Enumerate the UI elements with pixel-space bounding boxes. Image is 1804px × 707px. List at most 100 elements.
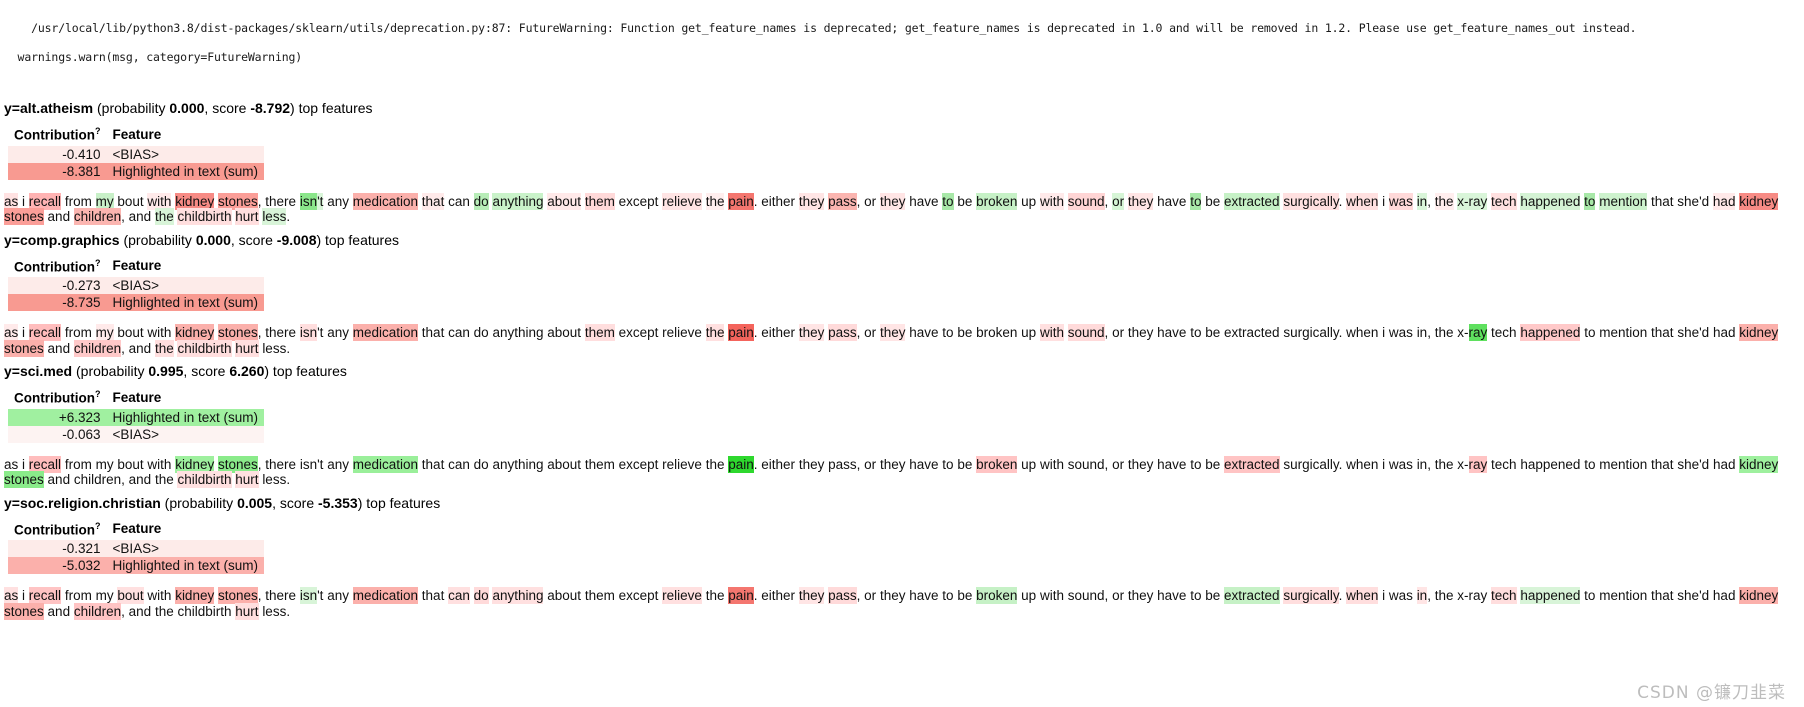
highlighted-token: children	[73, 602, 122, 620]
highlighted-token: they	[879, 588, 906, 603]
explanation-section: y=alt.atheism (probability 0.000, score …	[0, 99, 1804, 225]
help-question-icon[interactable]: ?	[95, 126, 101, 136]
highlighted-token: ,	[1427, 456, 1435, 472]
highlighted-token: be	[1205, 456, 1221, 472]
highlighted-token: kidney	[175, 587, 215, 604]
contribution-table: Contribution? Feature -0.321 <BIAS> -5.032 Hi…	[8, 520, 265, 574]
highlighted-token: except	[618, 193, 659, 209]
help-question-icon[interactable]: ?	[95, 521, 101, 531]
highlighted-token: ,	[1427, 193, 1435, 209]
highlighted-token: the	[705, 324, 725, 341]
highlighted-token: anything	[492, 456, 544, 472]
explanation-section: y=sci.med (probability 0.995, score 6.26…	[0, 362, 1804, 488]
highlighted-token: they	[1127, 325, 1154, 340]
highlighted-token: my	[95, 324, 114, 341]
highlighted-token: that	[421, 192, 445, 210]
probability-value: 0.995	[148, 363, 184, 379]
highlighted-token: in	[1416, 587, 1428, 604]
highlighted-token: them	[584, 324, 615, 341]
highlighted-document-text: as i recall from my bout with kidney sto…	[0, 587, 1804, 620]
highlighted-token: or	[864, 193, 877, 209]
highlighted-token: happened	[1520, 456, 1581, 472]
highlighted-token: and	[47, 472, 71, 487]
highlighted-token: kidney	[1739, 455, 1779, 473]
title-suffix: ) top features	[290, 100, 373, 116]
highlighted-token: with	[1039, 192, 1064, 210]
highlighted-token: they	[879, 456, 906, 472]
highlighted-token: with	[147, 325, 172, 340]
highlighted-token: stones	[217, 324, 258, 341]
score-label: , score	[204, 100, 251, 116]
contribution-table: Contribution? Feature +6.323 Highlighted in…	[8, 388, 265, 443]
highlighted-token: or	[1112, 588, 1125, 603]
highlighted-token: up	[1021, 325, 1037, 340]
highlighted-token: hurt	[235, 208, 259, 225]
highlighted-token: the	[1434, 588, 1454, 603]
highlighted-token: they	[1127, 192, 1154, 210]
probability-value: 0.005	[237, 494, 273, 511]
contribution-value: -0.063	[62, 426, 101, 442]
probability-label: (probability	[119, 231, 196, 248]
highlighted-token: do	[473, 192, 489, 210]
score-label: , score	[230, 231, 277, 248]
highlighted-token: sound	[1067, 192, 1105, 210]
highlighted-token: ray	[1468, 324, 1488, 341]
highlighted-token: was	[1388, 325, 1413, 340]
highlighted-token: extracted	[1224, 455, 1280, 473]
highlighted-token: about	[547, 456, 582, 472]
highlighted-token: that	[1651, 193, 1674, 209]
highlighted-token: when	[1346, 325, 1379, 340]
highlighted-token: have	[909, 325, 939, 340]
score-label: , score	[183, 363, 230, 379]
highlighted-token: less	[262, 472, 287, 487]
highlighted-token: and	[128, 472, 152, 487]
highlighted-token: ,	[1427, 325, 1435, 340]
highlighted-token: the	[705, 588, 725, 603]
highlighted-token	[44, 603, 48, 620]
help-question-icon[interactable]: ?	[95, 389, 101, 399]
highlighted-token: have	[909, 588, 939, 603]
highlighted-token: they	[879, 192, 906, 210]
highlighted-token: or	[864, 456, 877, 472]
highlighted-token: any	[327, 325, 349, 340]
highlighted-token: as	[4, 192, 19, 210]
highlighted-token: that	[1651, 456, 1674, 472]
highlighted-token: x-ray	[1457, 588, 1488, 603]
highlighted-token: happened	[1520, 324, 1581, 341]
help-question-icon[interactable]: ?	[95, 258, 101, 268]
feature-name: <BIAS>	[112, 278, 160, 293]
highlighted-token: they	[1127, 588, 1154, 603]
highlighted-token: to	[1190, 456, 1202, 472]
highlighted-token: can	[448, 587, 470, 604]
highlighted-token: pain	[728, 587, 754, 604]
highlighted-token: .	[286, 209, 291, 224]
score-value: -9.008	[276, 231, 317, 248]
explanation-section: y=comp.graphics (probability 0.000, scor…	[0, 231, 1804, 357]
highlighted-token: relieve	[662, 456, 702, 472]
highlighted-token: tech	[1491, 192, 1517, 210]
highlighted-token: to	[1190, 325, 1202, 340]
feature-name: Highlighted in text (sum)	[112, 409, 259, 425]
table-row: -8.735 Highlighted in text (sum)	[8, 294, 265, 311]
highlighted-token: any	[327, 588, 349, 603]
highlighted-token: have	[909, 193, 939, 209]
highlighted-token: ,	[1427, 588, 1435, 603]
probability-label: (probability	[160, 494, 238, 511]
highlighted-token: with	[1039, 588, 1064, 603]
highlighted-token: from	[64, 588, 92, 603]
highlighted-token: about	[547, 588, 582, 603]
highlighted-token: children	[73, 339, 122, 357]
highlighted-token: broken	[976, 325, 1018, 340]
highlighted-token: mention	[1599, 325, 1648, 340]
highlighted-token	[44, 208, 48, 225]
highlighted-token: childbirth	[177, 603, 232, 619]
highlighted-token: tech	[1491, 456, 1517, 472]
table-row: -0.410 <BIAS>	[8, 145, 265, 163]
highlighted-token: was	[1388, 192, 1413, 210]
table-header-row: Contribution? Feature	[8, 257, 264, 278]
highlighted-token: there	[265, 588, 297, 603]
highlighted-token: medication	[352, 587, 419, 604]
highlighted-token: stones	[4, 602, 44, 620]
feature-header: Feature	[112, 389, 162, 405]
highlighted-token: do	[473, 456, 489, 472]
